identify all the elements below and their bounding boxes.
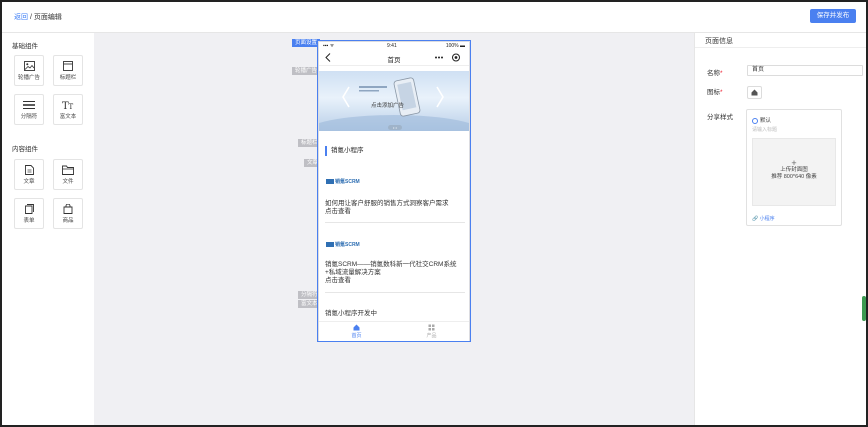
tag-carousel[interactable]: 轮播广告 [292,67,321,75]
editor-canvas: 页面设置 轮播广告 标题栏 文章 分隔符 富文本 ▪▪▪ ᯤ 9:41 100%… [94,33,694,425]
share-style-card: 默认 请输入标题 + 上传封面图 推荐 800*640 像素 🔗 小程序 [746,109,842,226]
divider-icon [23,101,35,109]
component-file[interactable]: 文件 [53,159,83,190]
icon-label-text: 图标 [707,89,720,96]
article-logo: 销氪SCRM [326,178,360,185]
basic-components-title: 基础组件 [12,43,38,50]
component-article[interactable]: 文章 [14,159,44,190]
title-bar-icon [63,61,73,71]
upload-hint: 推荐 800*640 像素 [771,174,817,180]
component-carousel[interactable]: 轮播广告 [14,55,44,86]
breadcrumb: 返回 / 页面编辑 [14,12,62,22]
shopping-bag-icon [63,204,73,214]
logo-text: 销氪SCRM [335,242,360,248]
required-mark: * [720,70,723,77]
link-icon: 🔗 [752,216,759,222]
breadcrumb-back-link[interactable]: 返回 [14,14,28,21]
phone-status-bar: ▪▪▪ ᯤ 9:41 100% ▬ [319,42,469,49]
tab-label: 首页 [351,333,362,339]
panel-title: 页面信息 [705,38,733,45]
home-icon [353,324,360,331]
component-rich-text[interactable]: TT 富文本 [53,94,83,125]
carousel-banner[interactable]: 点击添加广告 • • [319,71,469,131]
component-label: 文章 [23,179,35,185]
component-label: 轮播广告 [17,75,40,81]
component-label: 表单 [23,218,35,224]
component-product[interactable]: 商品 [53,198,83,229]
mini-link-label: 小程序 [759,216,775,222]
document-icon [24,165,34,175]
component-label: 商品 [62,218,74,224]
form-icon [24,204,34,214]
rich-text-block: 销氪小程序开发中 [325,310,377,317]
tab-product[interactable]: 产品 [394,324,469,339]
image-icon [23,61,35,71]
divider-line [325,292,465,293]
icon-field-label: 图标* [707,86,723,96]
share-style-label: 分享样式 [707,114,733,121]
banner-caption: 点击添加广告 [371,103,405,109]
name-field-label: 名称* [707,67,723,77]
logo-text: 销氪SCRM [335,179,360,185]
share-title-placeholder[interactable]: 请输入标题 [752,126,777,133]
component-label: 文件 [62,179,74,185]
article-title: 销氪SCRM——销氪数科新一代社交CRM系统+私域流量解决方案 [325,261,457,276]
properties-panel: 页面信息 名称* 首页 图标* 分享样式 默认 请输入标题 + 上传封面图 推荐… [694,33,866,425]
tab-label: 产品 [426,333,437,339]
brand-mark-icon [326,242,334,247]
required-mark: * [720,89,723,96]
top-bar: 返回 / 页面编辑 保存并发布 [2,2,866,33]
radio-dot-icon [752,117,758,124]
panel-divider [695,47,866,48]
article-link[interactable]: 点击查看 [325,277,465,285]
banner-pagination: • • [388,125,402,130]
svg-text:T: T [68,103,73,110]
component-label: 标题栏 [59,75,77,81]
tab-home[interactable]: 首页 [319,324,394,339]
content-components-title: 内容组件 [12,146,38,153]
section-title-bar: 销氪小程序 [325,146,463,156]
app-frame: 返回 / 页面编辑 保存并发布 基础组件 轮播广告 标题栏 分隔符 TT 富文本… [0,0,868,427]
brand-mark-icon [326,179,334,184]
component-divider[interactable]: 分隔符 [14,94,44,125]
scrollbar-thumb[interactable] [862,296,866,321]
phone-preview[interactable]: ▪▪▪ ᯤ 9:41 100% ▬ 首页 点击添加广告 • • 销氪小程序 销氪… [317,40,471,342]
article-separator [325,222,465,223]
more-capsule-icon[interactable] [433,52,463,63]
folder-icon [62,165,74,175]
cover-upload-area[interactable]: + 上传封面图 推荐 800*640 像素 [752,138,836,206]
article-item[interactable]: 如何用让客户舒服的销售方式洞察客户需求 点击查看 [325,200,465,216]
tag-page-settings[interactable]: 页面设置 [292,39,321,47]
rich-text-icon: TT [62,101,74,110]
home-icon [751,89,758,96]
radio-label: 默认 [760,118,772,124]
article-item[interactable]: 销氪SCRM——销氪数科新一代社交CRM系统+私域流量解决方案 点击查看 [325,261,465,285]
breadcrumb-current: 页面编辑 [33,14,62,21]
plus-icon: + [791,158,797,168]
upload-text: 上传封面图 [780,167,808,173]
phone-tab-bar: 首页 产品 [319,321,469,341]
article-title: 如何用让客户舒服的销售方式洞察客户需求 [325,200,449,207]
component-label: 分隔符 [20,114,38,120]
component-form[interactable]: 表单 [14,198,44,229]
name-input[interactable]: 首页 [747,65,863,76]
icon-picker-button[interactable] [747,86,762,99]
grid-icon [428,324,435,331]
component-label: 富文本 [59,114,77,120]
save-publish-button[interactable]: 保存并发布 [810,9,856,23]
component-palette: 基础组件 轮播广告 标题栏 分隔符 TT 富文本 内容组件 文章 文件 表单 商… [2,33,94,425]
share-default-radio[interactable]: 默认 [752,116,771,124]
phone-nav-bar: 首页 [319,49,469,66]
article-logo: 销氪SCRM [326,241,360,248]
component-title-bar[interactable]: 标题栏 [53,55,83,86]
article-link[interactable]: 点击查看 [325,208,465,216]
mini-program-link[interactable]: 🔗 小程序 [752,215,775,222]
name-label-text: 名称 [707,70,720,77]
